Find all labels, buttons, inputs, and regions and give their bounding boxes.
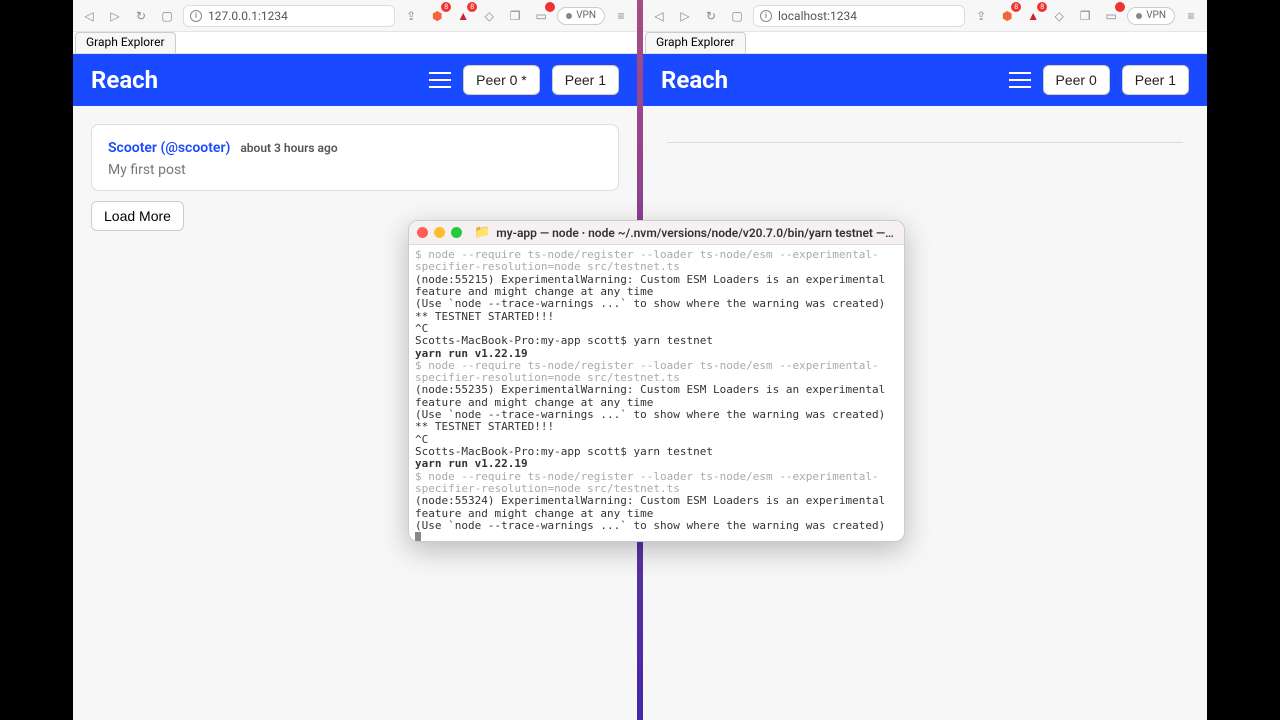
traffic-lights[interactable] — [417, 227, 462, 238]
hamburger-icon[interactable]: ≡ — [611, 6, 631, 26]
address-text: 127.0.0.1:1234 — [208, 9, 288, 23]
vpn-pill[interactable]: VPN — [557, 7, 605, 25]
close-icon[interactable] — [417, 227, 428, 238]
copy-icon[interactable]: ❐ — [1075, 6, 1095, 26]
terminal-line: (node:55235) ExperimentalWarning: Custom… — [415, 384, 898, 409]
terminal-body[interactable]: $ node --require ts-node/register --load… — [409, 245, 904, 541]
terminal-line: (Use `node --trace-warnings ...` to show… — [415, 298, 898, 310]
alert-badge: 8 — [1037, 2, 1047, 12]
copy-icon[interactable]: ❐ — [505, 6, 525, 26]
share-icon[interactable]: ⇪ — [401, 6, 421, 26]
app-header: Reach Peer 0 * Peer 1 — [73, 54, 637, 106]
info-icon: i — [760, 10, 772, 22]
extension-icon[interactable]: ◇ — [1049, 6, 1069, 26]
bookmark-icon[interactable]: ▢ — [727, 6, 747, 26]
app-brand: Reach — [661, 66, 728, 94]
info-icon: i — [190, 10, 202, 22]
terminal-line: yarn run v1.22.19 — [415, 348, 898, 360]
browser-toolbar: ◁ ▷ ↻ ▢ i localhost:1234 ⇪ ⬢8 ▲8 ◇ ❐ ▭ V… — [643, 0, 1207, 32]
address-bar[interactable]: i localhost:1234 — [753, 5, 965, 27]
alert-badge: 8 — [467, 2, 477, 12]
tab-graph-explorer[interactable]: Graph Explorer — [75, 32, 176, 53]
forward-icon[interactable]: ▷ — [675, 6, 695, 26]
tab-strip: Graph Explorer — [643, 32, 1207, 54]
post-body: My first post — [108, 162, 602, 178]
wallet-icon[interactable]: ▭ — [531, 6, 551, 26]
terminal-window[interactable]: 📁 my-app — node ∙ node ~/.nvm/versions/n… — [408, 220, 905, 542]
empty-divider — [667, 142, 1183, 143]
reload-icon[interactable]: ↻ — [131, 6, 151, 26]
tab-graph-explorer[interactable]: Graph Explorer — [645, 32, 746, 53]
terminal-line: ** TESTNET STARTED!!! — [415, 311, 898, 323]
bookmark-icon[interactable]: ▢ — [157, 6, 177, 26]
terminal-line: $ node --require ts-node/register --load… — [415, 249, 898, 274]
app-header: Reach Peer 0 Peer 1 — [643, 54, 1207, 106]
terminal-line: ** TESTNET STARTED!!! — [415, 421, 898, 433]
shield-badge: 8 — [441, 2, 451, 12]
cursor-icon — [415, 532, 421, 541]
browser-toolbar: ◁ ▷ ↻ ▢ i 127.0.0.1:1234 ⇪ ⬢8 ▲8 ◇ ❐ ▭ V… — [73, 0, 637, 32]
terminal-line: $ node --require ts-node/register --load… — [415, 360, 898, 385]
alert-icon[interactable]: ▲8 — [1023, 6, 1043, 26]
alert-icon[interactable]: ▲8 — [453, 6, 473, 26]
share-icon[interactable]: ⇪ — [971, 6, 991, 26]
terminal-title: my-app — node ∙ node ~/.nvm/versions/nod… — [496, 226, 896, 240]
menu-icon[interactable] — [429, 72, 451, 88]
brave-shield-icon[interactable]: ⬢8 — [997, 6, 1017, 26]
peer-1-button[interactable]: Peer 1 — [1122, 65, 1189, 95]
brave-shield-icon[interactable]: ⬢8 — [427, 6, 447, 26]
terminal-line: yarn run v1.22.19 — [415, 458, 898, 470]
zoom-icon[interactable] — [451, 227, 462, 238]
minimize-icon[interactable] — [434, 227, 445, 238]
peer-1-button[interactable]: Peer 1 — [552, 65, 619, 95]
tab-strip: Graph Explorer — [73, 32, 637, 54]
address-bar[interactable]: i 127.0.0.1:1234 — [183, 5, 395, 27]
terminal-titlebar[interactable]: 📁 my-app — node ∙ node ~/.nvm/versions/n… — [409, 221, 904, 245]
back-icon[interactable]: ◁ — [79, 6, 99, 26]
peer-0-button[interactable]: Peer 0 * — [463, 65, 540, 95]
post-card[interactable]: Scooter (@scooter) about 3 hours ago My … — [91, 124, 619, 191]
shield-badge: 8 — [1011, 2, 1021, 12]
terminal-line: (node:55215) ExperimentalWarning: Custom… — [415, 274, 898, 299]
terminal-line: (node:55324) ExperimentalWarning: Custom… — [415, 495, 898, 520]
menu-icon[interactable] — [1009, 72, 1031, 88]
extension-icon[interactable]: ◇ — [479, 6, 499, 26]
address-text: localhost:1234 — [778, 9, 857, 23]
wallet-badge — [545, 2, 555, 12]
peer-0-button[interactable]: Peer 0 — [1043, 65, 1110, 95]
terminal-line: $ node --require ts-node/register --load… — [415, 471, 898, 496]
hamburger-icon[interactable]: ≡ — [1181, 6, 1201, 26]
load-more-button[interactable]: Load More — [91, 201, 184, 231]
reload-icon[interactable]: ↻ — [701, 6, 721, 26]
vpn-pill[interactable]: VPN — [1127, 7, 1175, 25]
terminal-line: (Use `node --trace-warnings ...` to show… — [415, 520, 898, 532]
forward-icon[interactable]: ▷ — [105, 6, 125, 26]
post-time: about 3 hours ago — [240, 141, 337, 155]
terminal-line: Scotts-MacBook-Pro:my-app scott$ yarn te… — [415, 335, 898, 347]
post-author: Scooter (@scooter) — [108, 140, 230, 156]
folder-icon: 📁 — [474, 225, 490, 240]
wallet-badge — [1115, 2, 1125, 12]
back-icon[interactable]: ◁ — [649, 6, 669, 26]
wallet-icon[interactable]: ▭ — [1101, 6, 1121, 26]
app-brand: Reach — [91, 66, 158, 94]
